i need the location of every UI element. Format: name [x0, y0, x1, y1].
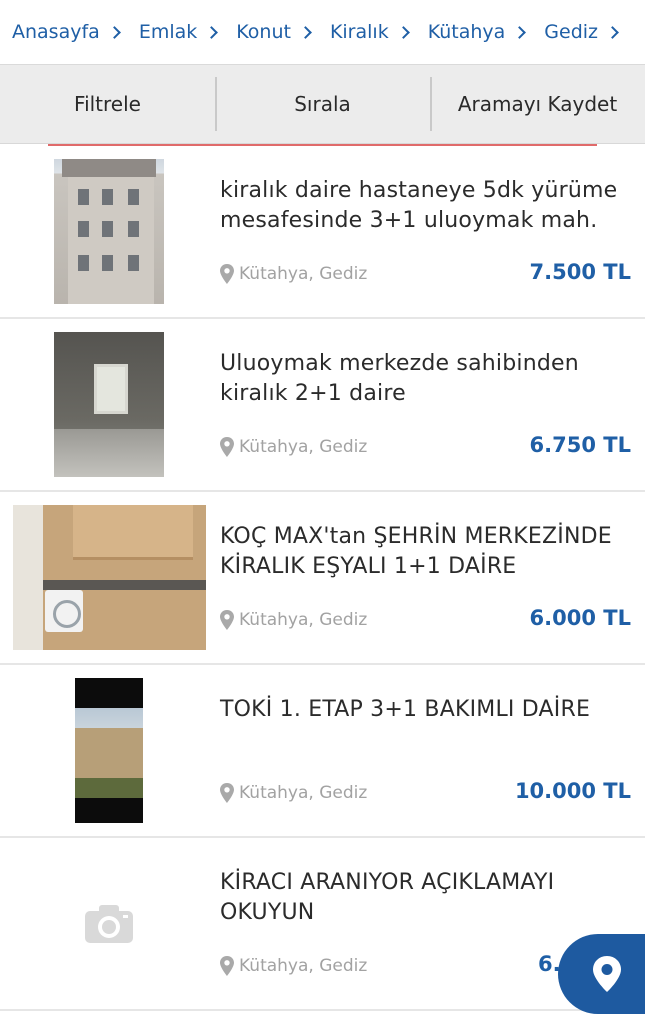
chevron-right-icon	[107, 25, 121, 39]
listing-location: Kütahya, Gediz	[219, 956, 367, 976]
breadcrumb-label: Gediz	[544, 21, 599, 43]
breadcrumb-item-kutahya[interactable]: Kütahya	[427, 21, 527, 43]
listing-photo[interactable]	[12, 505, 206, 650]
listing-item[interactable]: Uluoymak merkezde sahibinden kiralık 2+1…	[0, 319, 645, 492]
listing-thumbnail-area	[0, 319, 218, 490]
camera-icon	[85, 904, 133, 943]
listing-price: 6.000 TL	[529, 606, 631, 630]
location-text: Kütahya, Gediz	[239, 956, 368, 976]
breadcrumb-label: Kiralık	[329, 21, 389, 43]
listing-item[interactable]: KİRACI ARANIYOR AÇIKLAMAYI OKUYUN Kütahy…	[0, 838, 645, 1011]
listing-title[interactable]: Uluoymak merkezde sahibinden kiralık 2+1…	[220, 349, 621, 409]
location-text: Kütahya, Gediz	[239, 437, 368, 457]
listing-photo[interactable]	[54, 332, 164, 477]
save-search-button[interactable]: Aramayı Kaydet	[430, 65, 645, 143]
listing-thumbnail-area	[0, 838, 218, 1009]
breadcrumb-label: Konut	[236, 21, 291, 43]
listing-location: Kütahya, Gediz	[219, 783, 367, 803]
breadcrumb: Anasayfa Emlak Konut Kiralık Kütahya Ged…	[0, 0, 645, 64]
listing-thumbnail-area	[0, 492, 218, 663]
listing-photo[interactable]	[75, 678, 143, 823]
sort-button[interactable]: Sırala	[215, 65, 430, 143]
action-bar: Filtrele Sırala Aramayı Kaydet	[0, 64, 645, 144]
listing-photo[interactable]	[54, 159, 164, 304]
location-text: Kütahya, Gediz	[239, 783, 368, 803]
breadcrumb-item-anasayfa[interactable]: Anasayfa	[12, 21, 121, 43]
breadcrumb-item-kiralik[interactable]: Kiralık	[329, 21, 410, 43]
listing-location: Kütahya, Gediz	[219, 437, 367, 457]
map-pin-icon	[593, 956, 621, 992]
listing-title[interactable]: kiralık daire hastaneye 5dk yürüme mesaf…	[220, 176, 621, 236]
map-pin-icon	[220, 783, 234, 803]
map-pin-icon	[220, 264, 234, 284]
breadcrumb-item-konut[interactable]: Konut	[236, 21, 312, 43]
location-text: Kütahya, Gediz	[239, 264, 368, 284]
filter-button[interactable]: Filtrele	[0, 65, 215, 143]
chevron-right-icon	[396, 25, 410, 39]
listing-price: 7.500 TL	[529, 260, 631, 284]
listing-title[interactable]: KOÇ MAX'tan ŞEHRİN MERKEZİNDE KİRALIK EŞ…	[220, 522, 621, 582]
breadcrumb-label: Kütahya	[427, 21, 506, 43]
listing-title[interactable]: KİRACI ARANIYOR AÇIKLAMAYI OKUYUN	[220, 868, 621, 928]
breadcrumb-item-gediz[interactable]: Gediz	[544, 21, 619, 43]
map-pin-icon	[220, 610, 234, 630]
listing-item[interactable]: TOKİ 1. ETAP 3+1 BAKIMLI DAİRE Kütahya, …	[0, 665, 645, 838]
location-text: Kütahya, Gediz	[239, 610, 368, 630]
listing-location: Kütahya, Gediz	[219, 610, 367, 630]
listing-price: 6.750 TL	[529, 433, 631, 457]
breadcrumb-item-emlak[interactable]: Emlak	[138, 21, 219, 43]
chevron-right-icon	[205, 25, 219, 39]
listing-thumbnail-area	[0, 665, 218, 836]
listing-location: Kütahya, Gediz	[219, 264, 367, 284]
listing-title[interactable]: TOKİ 1. ETAP 3+1 BAKIMLI DAİRE	[220, 695, 621, 725]
listing-thumbnail-area	[0, 146, 218, 317]
listing-price: 10.000 TL	[514, 779, 631, 803]
chevron-right-icon	[606, 25, 619, 39]
breadcrumb-label: Emlak	[138, 21, 198, 43]
listing-item[interactable]: kiralık daire hastaneye 5dk yürüme mesaf…	[0, 146, 645, 319]
listing-item[interactable]: KOÇ MAX'tan ŞEHRİN MERKEZİNDE KİRALIK EŞ…	[0, 492, 645, 665]
chevron-right-icon	[299, 25, 312, 39]
listing-list: kiralık daire hastaneye 5dk yürüme mesaf…	[0, 146, 645, 1011]
map-pin-icon	[220, 956, 234, 976]
map-view-button[interactable]	[558, 934, 645, 1014]
map-pin-icon	[220, 437, 234, 457]
breadcrumb-label: Anasayfa	[12, 21, 100, 43]
chevron-right-icon	[513, 25, 527, 39]
